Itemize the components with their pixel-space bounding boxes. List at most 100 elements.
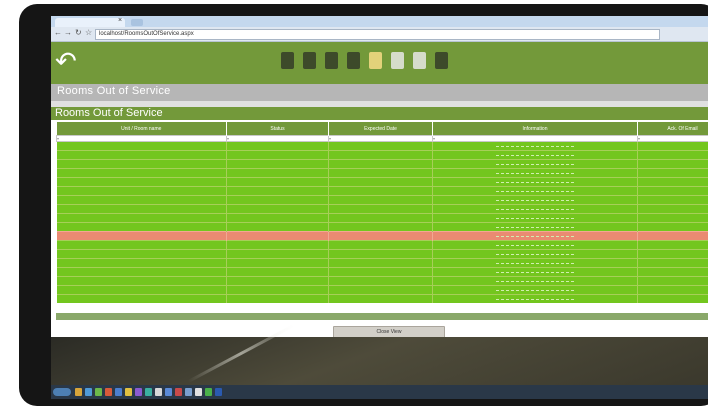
table-row[interactable] xyxy=(56,294,708,303)
room-cell xyxy=(56,195,227,205)
information-link[interactable] xyxy=(496,225,574,229)
column-header-ack-email[interactable]: Ack. Of Email xyxy=(637,122,708,136)
expected-date-cell xyxy=(328,231,433,241)
information-cell[interactable] xyxy=(432,177,638,187)
table-row[interactable] xyxy=(56,258,708,268)
table-body xyxy=(56,141,708,303)
information-cell[interactable] xyxy=(432,150,638,160)
taskbar-app-icon[interactable] xyxy=(125,388,132,396)
taskbar-app-icon[interactable] xyxy=(205,388,212,396)
taskbar-app-icon[interactable] xyxy=(175,388,182,396)
information-link[interactable] xyxy=(496,153,574,157)
information-cell[interactable] xyxy=(432,285,638,295)
table-row[interactable] xyxy=(56,204,708,214)
browser-tab[interactable]: × xyxy=(55,17,125,27)
information-cell[interactable] xyxy=(432,276,638,286)
information-link[interactable] xyxy=(496,297,574,301)
table-row[interactable] xyxy=(56,150,708,160)
taskbar-app-icon[interactable] xyxy=(135,388,142,396)
taskbar-app-icon[interactable] xyxy=(165,388,172,396)
table-row[interactable] xyxy=(56,213,708,223)
ack-email-cell xyxy=(637,150,708,160)
taskbar-app-icon[interactable] xyxy=(145,388,152,396)
information-link[interactable] xyxy=(496,171,574,175)
information-link[interactable] xyxy=(496,279,574,283)
table-row[interactable] xyxy=(56,168,708,178)
table-row[interactable] xyxy=(56,276,708,286)
toolbar-icons xyxy=(281,52,448,69)
table-row[interactable] xyxy=(56,222,708,232)
information-cell[interactable] xyxy=(432,213,638,223)
column-header-room[interactable]: Unit / Room name xyxy=(56,122,227,136)
device-icon[interactable] xyxy=(435,52,448,69)
taskbar-app-icon[interactable] xyxy=(85,388,92,396)
information-cell[interactable] xyxy=(432,240,638,250)
taskbar-app-icon[interactable] xyxy=(115,388,122,396)
table-row[interactable] xyxy=(56,240,708,250)
information-cell[interactable] xyxy=(432,249,638,259)
column-header-expected-date[interactable]: Expected Date xyxy=(328,122,433,136)
column-header-information[interactable]: Information xyxy=(432,122,638,136)
table-row[interactable] xyxy=(56,186,708,196)
information-link[interactable] xyxy=(496,162,574,166)
documents-icon[interactable] xyxy=(347,52,360,69)
information-link[interactable] xyxy=(496,252,574,256)
information-cell[interactable] xyxy=(432,186,638,196)
edit-icon[interactable] xyxy=(413,52,426,69)
information-link[interactable] xyxy=(496,198,574,202)
taskbar-app-icon[interactable] xyxy=(215,388,222,396)
information-cell[interactable] xyxy=(432,258,638,268)
information-cell[interactable] xyxy=(432,195,638,205)
information-link[interactable] xyxy=(496,216,574,220)
information-cell[interactable] xyxy=(432,222,638,232)
taskbar-app-icon[interactable] xyxy=(195,388,202,396)
table-row[interactable] xyxy=(56,249,708,259)
information-cell[interactable] xyxy=(432,141,638,151)
information-cell[interactable] xyxy=(432,231,638,241)
table-row[interactable] xyxy=(56,141,708,151)
room-cell xyxy=(56,168,227,178)
information-link[interactable] xyxy=(496,180,574,184)
table-row[interactable] xyxy=(56,231,708,241)
information-link[interactable] xyxy=(496,261,574,265)
column-header-status[interactable]: Status xyxy=(226,122,329,136)
flags-icon[interactable] xyxy=(369,52,382,69)
pager-strip xyxy=(56,313,708,320)
start-button[interactable] xyxy=(53,388,71,396)
information-link[interactable] xyxy=(496,234,574,238)
information-cell[interactable] xyxy=(432,168,638,178)
taskbar-app-icon[interactable] xyxy=(105,388,112,396)
table-row[interactable] xyxy=(56,267,708,277)
information-link[interactable] xyxy=(496,189,574,193)
reports-icon[interactable] xyxy=(391,52,404,69)
information-cell[interactable] xyxy=(432,159,638,169)
information-link[interactable] xyxy=(496,207,574,211)
taskbar-app-icon[interactable] xyxy=(155,388,162,396)
table-row[interactable] xyxy=(56,159,708,169)
table-row[interactable] xyxy=(56,285,708,295)
maintenance-icon[interactable] xyxy=(281,52,294,69)
back-arrow-icon[interactable]: ← xyxy=(54,28,62,37)
forward-arrow-icon[interactable]: → xyxy=(64,28,72,37)
reload-icon[interactable]: ↻ xyxy=(75,28,82,37)
address-bar[interactable]: localhost/RoomsOutOfService.aspx xyxy=(95,29,660,40)
information-cell[interactable] xyxy=(432,294,638,303)
information-link[interactable] xyxy=(496,243,574,247)
star-icon[interactable]: ☆ xyxy=(85,28,92,37)
close-icon[interactable]: × xyxy=(118,17,122,24)
table-row[interactable] xyxy=(56,195,708,205)
information-link[interactable] xyxy=(496,288,574,292)
taskbar: ▴ ▪ ◂) ▪ xyxy=(51,385,708,399)
information-cell[interactable] xyxy=(432,267,638,277)
tools-icon[interactable] xyxy=(303,52,316,69)
table-row[interactable] xyxy=(56,177,708,187)
information-link[interactable] xyxy=(496,270,574,274)
taskbar-app-icon[interactable] xyxy=(75,388,82,396)
information-link[interactable] xyxy=(496,144,574,148)
back-logo-icon[interactable]: ↶ xyxy=(55,46,77,76)
new-tab-button[interactable] xyxy=(131,19,143,26)
taskbar-app-icon[interactable] xyxy=(185,388,192,396)
taskbar-app-icon[interactable] xyxy=(95,388,102,396)
information-cell[interactable] xyxy=(432,204,638,214)
rooms-icon[interactable] xyxy=(325,52,338,69)
